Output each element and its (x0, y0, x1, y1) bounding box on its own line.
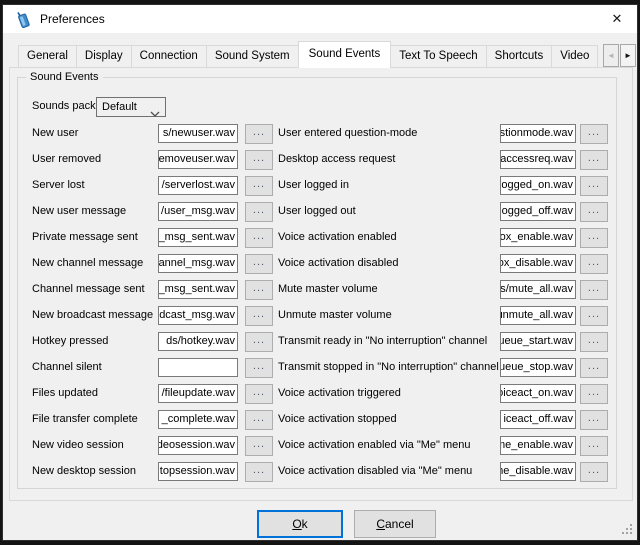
browse-button[interactable]: ... (580, 358, 608, 378)
tab-scroll-left-icon[interactable]: ◄ (603, 44, 619, 67)
sound-event-label: Transmit ready in "No interruption" chan… (278, 335, 487, 347)
sound-event-row: Voice activation stopped iceact_off.wav..… (3, 410, 639, 430)
tab-scroll-right-icon[interactable]: ► (620, 44, 636, 67)
tab-text-to-speech[interactable]: Text To Speech (390, 45, 486, 68)
browse-button[interactable]: ... (580, 280, 608, 300)
sound-event-row: Voice activation disabled via "Me" menu m… (3, 462, 639, 482)
sound-event-row: Voice activation enabled ox_enable.wav... (3, 228, 639, 248)
sound-event-row: Unmute master volume unmute_all.wav... (3, 306, 639, 326)
tab-strip: GeneralDisplayConnectionSound SystemSoun… (18, 41, 637, 68)
sound-file-value: unmute_all.wav (500, 309, 573, 321)
window-title: Preferences (40, 5, 105, 33)
sound-file-input[interactable]: stionmode.wav (500, 124, 576, 143)
tab-sound-events[interactable]: Sound Events (298, 41, 392, 68)
sound-event-label: User entered question-mode (278, 127, 417, 139)
sound-event-row: Transmit stopped in "No interruption" ch… (3, 358, 639, 378)
sound-file-value: ogged_off.wav (502, 205, 573, 217)
chevron-down-icon (150, 105, 160, 123)
tab-connection[interactable]: Connection (131, 45, 207, 68)
sound-file-value: ox_disable.wav (500, 257, 573, 269)
app-logo-icon (15, 10, 32, 29)
browse-button[interactable]: ... (580, 254, 608, 274)
browse-button[interactable]: ... (580, 306, 608, 326)
tab-sound-system[interactable]: Sound System (206, 45, 299, 68)
sound-event-row: Voice activation triggered oiceact_on.wav… (3, 384, 639, 404)
sound-event-label: User logged out (278, 205, 356, 217)
sound-event-row: Voice activation disabled ox_disable.wav.… (3, 254, 639, 274)
cancel-button-label: Cancel (376, 517, 413, 531)
sound-event-label: Voice activation disabled via "Me" menu (278, 465, 472, 477)
sound-event-label: Voice activation triggered (278, 387, 401, 399)
cancel-button[interactable]: Cancel (354, 510, 436, 538)
sound-event-row: User entered question-mode stionmode.wav.… (3, 124, 639, 144)
sound-file-input[interactable]: accessreq.wav (500, 150, 576, 169)
sound-event-row: User logged in logged_on.wav... (3, 176, 639, 196)
sound-event-row: Transmit ready in "No interruption" chan… (3, 332, 639, 352)
sound-event-row: Mute master volume s/mute_all.wav... (3, 280, 639, 300)
sound-event-label: Voice activation disabled (278, 257, 398, 269)
sound-file-value: stionmode.wav (500, 127, 573, 139)
ok-button[interactable]: Ok (257, 510, 343, 538)
sound-event-label: User logged in (278, 179, 349, 191)
tab-shortcuts[interactable]: Shortcuts (486, 45, 553, 68)
sound-event-label: Voice activation enabled via "Me" menu (278, 439, 470, 451)
browse-button[interactable]: ... (580, 410, 608, 430)
ok-button-label: Ok (292, 517, 307, 531)
sound-file-input[interactable]: ueue_start.wav (500, 332, 576, 351)
sound-file-value: ox_enable.wav (500, 231, 573, 243)
groupbox-title: Sound Events (26, 70, 103, 84)
sound-file-value: accessreq.wav (500, 153, 573, 165)
preferences-dialog: Preferences ✕ GeneralDisplayConnectionSo… (2, 4, 638, 541)
sound-file-input[interactable]: iceact_off.wav (500, 410, 576, 429)
browse-button[interactable]: ... (580, 462, 608, 482)
sound-event-row: Desktop access request accessreq.wav... (3, 150, 639, 170)
sound-file-input[interactable]: ox_enable.wav (500, 228, 576, 247)
sound-file-input[interactable]: oiceact_on.wav (500, 384, 576, 403)
sound-file-input[interactable]: ogged_off.wav (500, 202, 576, 221)
sound-file-value: logged_on.wav (500, 179, 573, 191)
sound-file-value: iceact_off.wav (503, 413, 573, 425)
sounds-pack-label: Sounds pack (32, 100, 96, 112)
browse-button[interactable]: ... (580, 124, 608, 144)
browse-button[interactable]: ... (580, 332, 608, 352)
tab-display[interactable]: Display (76, 45, 132, 68)
sound-event-row: User logged out ogged_off.wav... (3, 202, 639, 222)
sound-file-value: ueue_stop.wav (500, 361, 573, 373)
sound-event-row: Voice activation enabled via "Me" menu me… (3, 436, 639, 456)
sound-file-value: me_enable.wav (500, 439, 573, 451)
titlebar[interactable]: Preferences ✕ (3, 5, 637, 33)
sound-file-input[interactable]: logged_on.wav (500, 176, 576, 195)
browse-button[interactable]: ... (580, 176, 608, 196)
browse-button[interactable]: ... (580, 436, 608, 456)
sound-file-input[interactable]: ueue_stop.wav (500, 358, 576, 377)
sound-file-input[interactable]: me_enable.wav (500, 436, 576, 455)
sound-file-value: me_disable.wav (500, 465, 573, 477)
sound-event-label: Mute master volume (278, 283, 378, 295)
sounds-pack-value: Default (102, 101, 137, 113)
sound-file-input[interactable]: ox_disable.wav (500, 254, 576, 273)
sound-file-value: oiceact_on.wav (500, 387, 573, 399)
sound-event-label: Voice activation stopped (278, 413, 397, 425)
sound-file-input[interactable]: me_disable.wav (500, 462, 576, 481)
sound-file-input[interactable]: unmute_all.wav (500, 306, 576, 325)
sound-event-label: Unmute master volume (278, 309, 392, 321)
close-icon[interactable]: ✕ (605, 9, 629, 29)
sounds-pack-select[interactable]: Default (96, 97, 166, 117)
sound-event-label: Desktop access request (278, 153, 395, 165)
browse-button[interactable]: ... (580, 228, 608, 248)
sound-file-value: s/mute_all.wav (500, 283, 573, 295)
browse-button[interactable]: ... (580, 150, 608, 170)
tab-video[interactable]: Video (551, 45, 598, 68)
browse-button[interactable]: ... (580, 202, 608, 222)
sound-file-value: ueue_start.wav (500, 335, 573, 347)
resize-grip[interactable] (630, 532, 632, 534)
sound-event-label: Voice activation enabled (278, 231, 397, 243)
sound-file-input[interactable]: s/mute_all.wav (500, 280, 576, 299)
browse-button[interactable]: ... (580, 384, 608, 404)
tab-general[interactable]: General (18, 45, 77, 68)
sound-event-label: Transmit stopped in "No interruption" ch… (278, 361, 499, 373)
